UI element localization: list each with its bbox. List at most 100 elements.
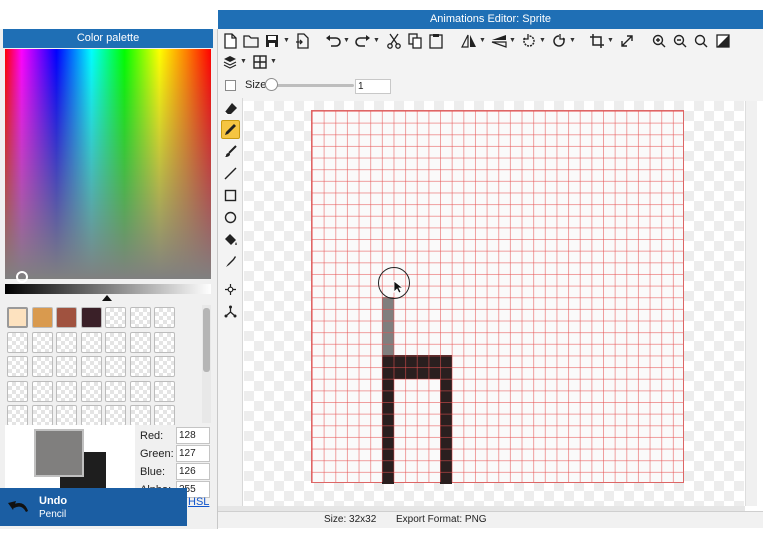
empty-palette-swatch[interactable] <box>31 380 53 402</box>
crop-icon[interactable] <box>588 32 606 50</box>
redo-dropdown-caret[interactable]: ▼ <box>373 32 380 50</box>
blue-input[interactable]: 126 <box>176 463 210 480</box>
grid-icon[interactable] <box>251 53 269 71</box>
palette-swatch[interactable] <box>31 307 53 328</box>
color-spectrum-picker[interactable] <box>5 49 211 279</box>
export-icon[interactable] <box>293 32 311 50</box>
ellipse-icon[interactable] <box>221 208 240 227</box>
cut-icon[interactable] <box>385 32 403 50</box>
brush-icon[interactable] <box>221 142 240 161</box>
empty-palette-swatch[interactable] <box>105 356 126 377</box>
main-toolbar: ▼ ▼ ▼ ▼ ▼ ▼ ▼ ▼ ▼ ▼ <box>218 29 763 101</box>
line-icon[interactable] <box>221 164 240 183</box>
layers-icon[interactable] <box>221 53 239 71</box>
mouse-pointer-icon <box>393 280 403 294</box>
grid-dropdown-caret[interactable]: ▼ <box>270 53 277 71</box>
empty-palette-swatch[interactable] <box>105 405 126 425</box>
flip-vertical-icon[interactable] <box>490 32 508 50</box>
eyedropper-icon[interactable] <box>221 252 240 271</box>
rotate-left-dropdown-caret[interactable]: ▼ <box>539 32 546 50</box>
move-point-icon[interactable] <box>221 280 240 299</box>
fill-bucket-icon[interactable] <box>221 230 240 249</box>
rotate-right-icon[interactable] <box>550 32 568 50</box>
flip-dropdown-caret[interactable]: ▼ <box>479 32 486 50</box>
size-label: Size <box>245 79 267 91</box>
size-checkbox[interactable] <box>225 80 236 91</box>
zoom-out-icon[interactable] <box>671 32 689 50</box>
empty-palette-swatch[interactable] <box>105 307 126 328</box>
resize-icon[interactable] <box>618 32 636 50</box>
undo-icon <box>8 501 28 512</box>
empty-palette-swatch[interactable] <box>80 405 102 425</box>
rotate-left-icon[interactable] <box>520 32 538 50</box>
background-toggle-icon[interactable] <box>714 32 732 50</box>
flip-v-dropdown-caret[interactable]: ▼ <box>509 32 516 50</box>
empty-palette-swatch[interactable] <box>154 405 175 425</box>
zoom-in-icon[interactable] <box>650 32 668 50</box>
zoom-fit-icon[interactable] <box>692 32 710 50</box>
vertex-icon[interactable] <box>221 302 240 321</box>
green-input[interactable]: 127 <box>176 445 210 462</box>
size-input[interactable]: 1 <box>355 79 391 94</box>
empty-palette-swatch[interactable] <box>105 331 126 353</box>
pencil-icon[interactable] <box>221 120 240 139</box>
brightness-marker[interactable] <box>102 295 112 301</box>
empty-palette-swatch[interactable] <box>7 380 28 402</box>
new-file-icon[interactable] <box>221 32 239 50</box>
rotate-right-dropdown-caret[interactable]: ▼ <box>569 32 576 50</box>
undo-toolbar-icon[interactable] <box>324 32 342 50</box>
status-bar: Size: 32x32 Export Format: PNG <box>218 511 763 528</box>
empty-palette-swatch[interactable] <box>80 380 102 402</box>
empty-palette-swatch[interactable] <box>129 405 151 425</box>
empty-palette-swatch[interactable] <box>31 405 53 425</box>
empty-palette-swatch[interactable] <box>56 331 77 353</box>
palette-swatch[interactable] <box>56 307 77 328</box>
copy-icon[interactable] <box>406 32 424 50</box>
hsl-link[interactable]: HSL <box>188 496 209 508</box>
red-input[interactable]: 128 <box>176 427 210 444</box>
sprite-pixel-grid[interactable] <box>311 110 684 484</box>
layers-dropdown-caret[interactable]: ▼ <box>240 53 247 71</box>
brightness-slider[interactable] <box>5 284 211 294</box>
save-icon[interactable] <box>263 32 281 50</box>
canvas-vertical-scrollbar[interactable] <box>745 101 757 506</box>
swatch-scrollbar[interactable] <box>202 305 211 423</box>
empty-palette-swatch[interactable] <box>56 405 77 425</box>
empty-palette-swatch[interactable] <box>56 356 77 377</box>
empty-palette-swatch[interactable] <box>80 331 102 353</box>
paste-icon[interactable] <box>427 32 445 50</box>
status-size: Size: 32x32 <box>324 514 377 525</box>
open-folder-icon[interactable] <box>242 32 260 50</box>
empty-palette-swatch[interactable] <box>7 356 28 377</box>
empty-palette-swatch[interactable] <box>154 307 175 328</box>
empty-palette-swatch[interactable] <box>7 405 28 425</box>
empty-palette-swatch[interactable] <box>129 331 151 353</box>
swatch-grid <box>5 305 201 425</box>
undo-notification[interactable]: Undo Pencil <box>0 488 187 526</box>
eraser-icon[interactable] <box>221 99 240 118</box>
empty-palette-swatch[interactable] <box>154 356 175 377</box>
undo-dropdown-caret[interactable]: ▼ <box>343 32 350 50</box>
size-slider-knob[interactable] <box>265 78 278 91</box>
save-dropdown-caret[interactable]: ▼ <box>283 32 290 50</box>
size-slider[interactable] <box>268 84 354 87</box>
empty-palette-swatch[interactable] <box>80 356 102 377</box>
rectangle-icon[interactable] <box>221 186 240 205</box>
flip-horizontal-icon[interactable] <box>460 32 478 50</box>
spectrum-cursor[interactable] <box>16 271 28 283</box>
empty-palette-swatch[interactable] <box>129 356 151 377</box>
empty-palette-swatch[interactable] <box>129 380 151 402</box>
empty-palette-swatch[interactable] <box>56 380 77 402</box>
empty-palette-swatch[interactable] <box>105 380 126 402</box>
crop-dropdown-caret[interactable]: ▼ <box>607 32 614 50</box>
empty-palette-swatch[interactable] <box>129 307 151 328</box>
redo-icon[interactable] <box>354 32 372 50</box>
empty-palette-swatch[interactable] <box>154 331 175 353</box>
empty-palette-swatch[interactable] <box>154 380 175 402</box>
empty-palette-swatch[interactable] <box>31 331 53 353</box>
empty-palette-swatch[interactable] <box>31 356 53 377</box>
palette-swatch[interactable] <box>80 307 102 328</box>
palette-swatch[interactable] <box>7 307 28 328</box>
scrollbar-thumb[interactable] <box>203 308 210 372</box>
empty-palette-swatch[interactable] <box>7 331 28 353</box>
